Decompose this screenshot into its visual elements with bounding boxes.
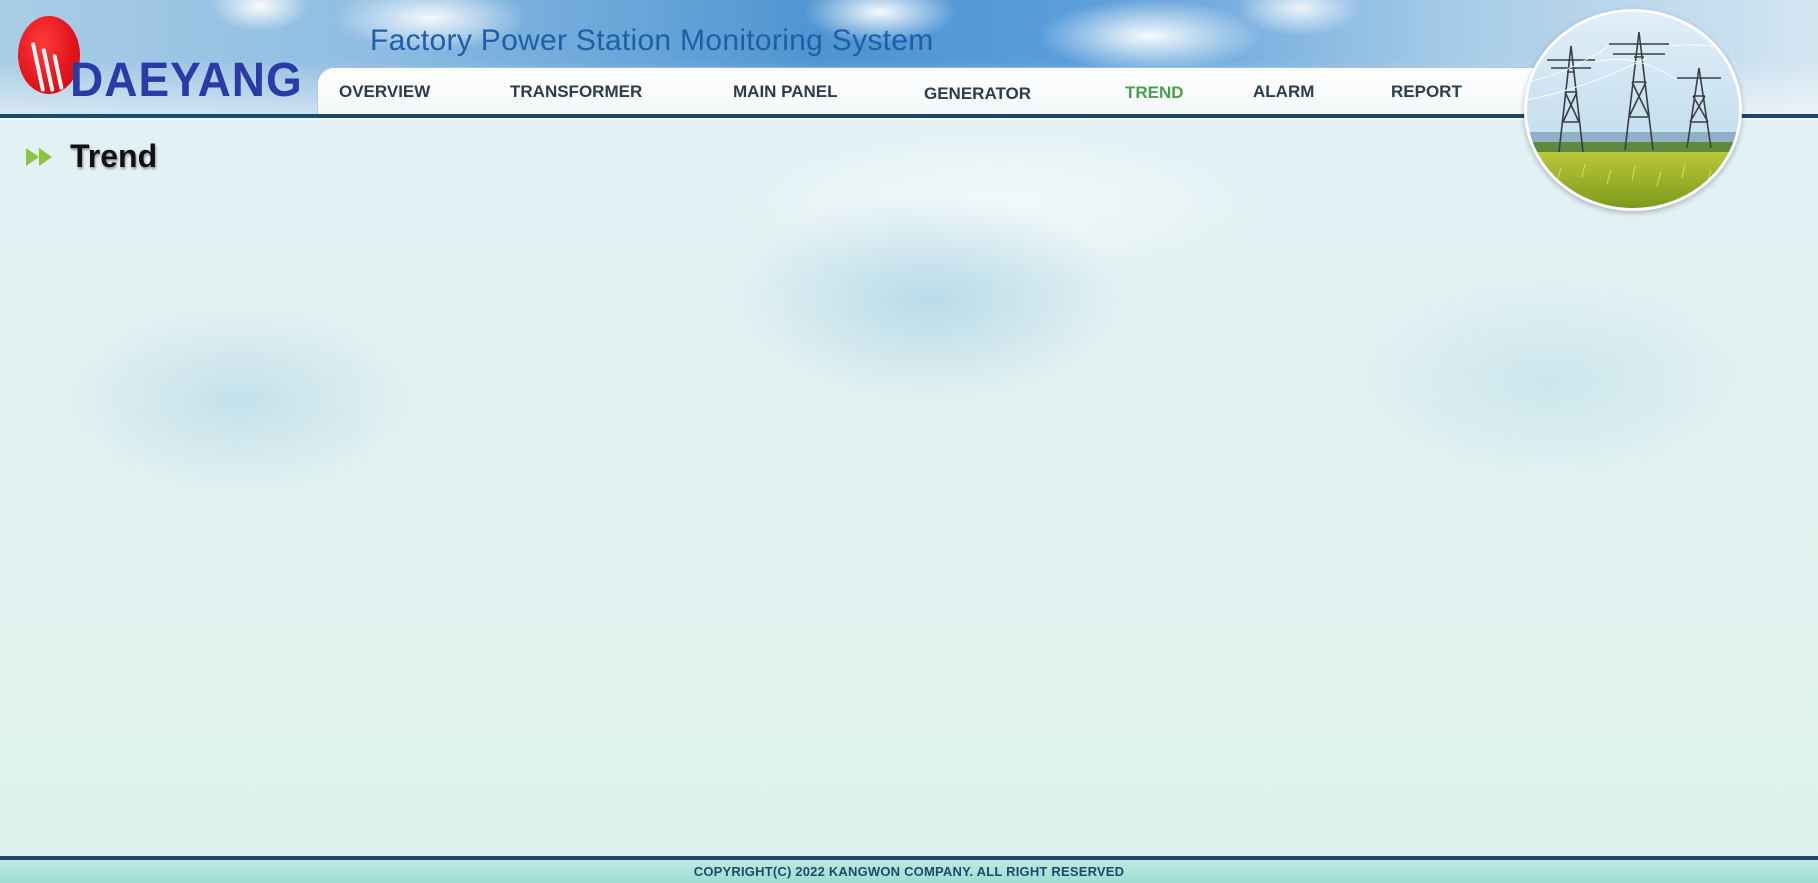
nav-item-trend[interactable]: TREND [1125, 83, 1184, 103]
section-title: Trend [70, 138, 158, 174]
nav-item-main-panel[interactable]: MAIN PANEL [733, 82, 838, 102]
brand-logo[interactable]: DAEYANG [16, 14, 303, 110]
nav-item-transformer[interactable]: TRANSFORMER [510, 82, 642, 102]
nav-item-generator[interactable]: GENERATOR [924, 84, 1031, 104]
app-title: Factory Power Station Monitoring System [370, 24, 934, 57]
nav-item-report[interactable]: REPORT [1391, 82, 1462, 102]
double-arrow-icon [26, 148, 52, 166]
nav-item-alarm[interactable]: ALARM [1253, 82, 1314, 102]
nav-item-overview[interactable]: OVERVIEW [339, 82, 430, 102]
power-towers-image [1524, 9, 1742, 211]
brand-name: DAEYANG [70, 51, 303, 107]
main-nav: OVERVIEW TRANSFORMER MAIN PANEL GENERATO… [318, 68, 1558, 114]
footer: COPYRIGHT(C) 2022 KANGWON COMPANY. ALL R… [0, 856, 1818, 883]
copyright-text: COPYRIGHT(C) 2022 KANGWON COMPANY. ALL R… [693, 864, 1125, 879]
